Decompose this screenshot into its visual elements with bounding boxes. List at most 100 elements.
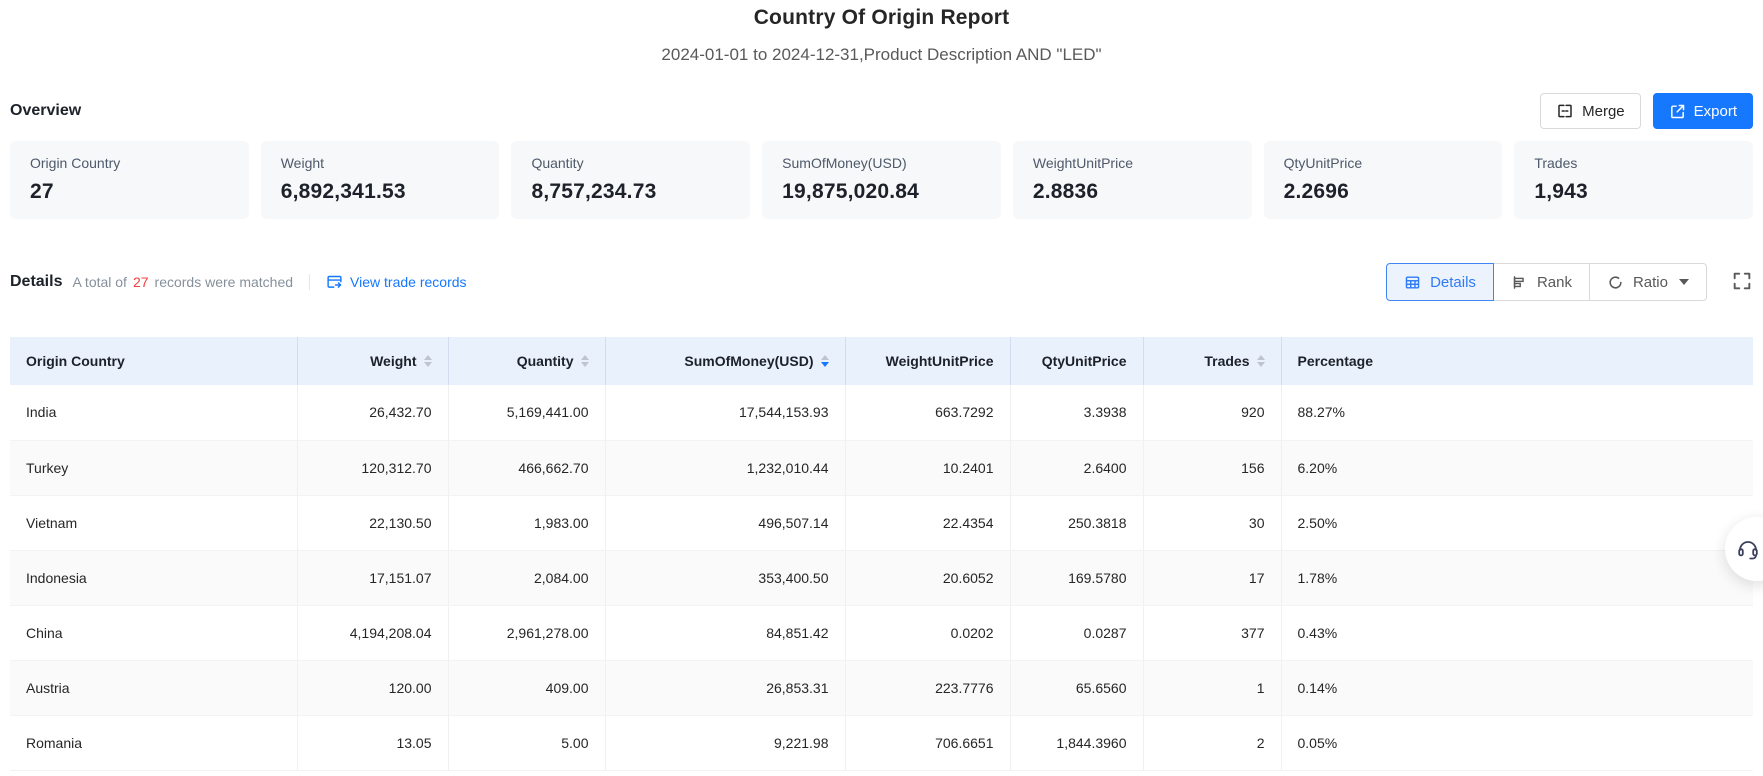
- cell-weight_unit_price: 663.7292: [845, 385, 1010, 440]
- stat-card-label: Trades: [1534, 155, 1733, 171]
- column-header-trades[interactable]: Trades: [1143, 337, 1281, 385]
- table-body: India26,432.705,169,441.0017,544,153.936…: [10, 385, 1753, 770]
- column-header-weight[interactable]: Weight: [297, 337, 448, 385]
- stat-card-label: QtyUnitPrice: [1284, 155, 1483, 171]
- cell-country: Vietnam: [10, 495, 297, 550]
- stat-card-value: 2.2696: [1284, 180, 1483, 204]
- cell-qty_unit_price: 65.6560: [1010, 660, 1143, 715]
- cell-trades: 920: [1143, 385, 1281, 440]
- tab-rank[interactable]: Rank: [1493, 263, 1590, 301]
- cell-country: Turkey: [10, 440, 297, 495]
- fullscreen-expand-icon: [1731, 270, 1753, 295]
- cell-percentage: 88.27%: [1281, 385, 1753, 440]
- cell-weight: 26,432.70: [297, 385, 448, 440]
- overview-heading: Overview: [10, 102, 81, 120]
- cell-country: Indonesia: [10, 550, 297, 605]
- tab-label: Details: [1430, 274, 1476, 291]
- column-label: QtyUnitPrice: [1042, 353, 1127, 369]
- cell-quantity: 409.00: [448, 660, 605, 715]
- cell-qty_unit_price: 1,844.3960: [1010, 715, 1143, 770]
- stat-card-value: 19,875,020.84: [782, 180, 981, 204]
- column-label: Weight: [370, 353, 416, 369]
- cell-weight: 17,151.07: [297, 550, 448, 605]
- tab-details[interactable]: Details: [1386, 263, 1494, 301]
- cell-trades: 377: [1143, 605, 1281, 660]
- export-button[interactable]: Export: [1653, 93, 1753, 129]
- fullscreen-button[interactable]: [1731, 270, 1753, 295]
- column-header-quantity[interactable]: Quantity: [448, 337, 605, 385]
- cell-percentage: 0.43%: [1281, 605, 1753, 660]
- cell-qty_unit_price: 2.6400: [1010, 440, 1143, 495]
- table-icon: [1404, 274, 1421, 291]
- cell-weight_unit_price: 20.6052: [845, 550, 1010, 605]
- tab-label: Ratio: [1633, 274, 1668, 291]
- column-header-percentage: Percentage: [1281, 337, 1753, 385]
- records-summary: A total of 27 records were matched: [72, 274, 293, 290]
- cell-sum_usd: 353,400.50: [605, 550, 845, 605]
- merge-button-label: Merge: [1582, 103, 1625, 120]
- cell-quantity: 5,169,441.00: [448, 385, 605, 440]
- table-row: Romania13.055.009,221.98706.66511,844.39…: [10, 715, 1753, 770]
- cell-sum_usd: 84,851.42: [605, 605, 845, 660]
- stat-card-value: 8,757,234.73: [531, 180, 730, 204]
- cell-trades: 156: [1143, 440, 1281, 495]
- cell-sum_usd: 1,232,010.44: [605, 440, 845, 495]
- cell-qty_unit_price: 250.3818: [1010, 495, 1143, 550]
- cell-quantity: 2,084.00: [448, 550, 605, 605]
- view-trade-records-label: View trade records: [350, 274, 466, 290]
- rank-icon: [1511, 274, 1528, 291]
- cell-weight: 13.05: [297, 715, 448, 770]
- cell-weight: 4,194,208.04: [297, 605, 448, 660]
- cell-quantity: 1,983.00: [448, 495, 605, 550]
- cell-percentage: 6.20%: [1281, 440, 1753, 495]
- view-mode-tab-group: Details Rank Ratio: [1386, 263, 1707, 301]
- stat-card-value: 27: [30, 180, 229, 204]
- table-row: Indonesia17,151.072,084.00353,400.5020.6…: [10, 550, 1753, 605]
- cell-sum_usd: 17,544,153.93: [605, 385, 845, 440]
- vertical-divider: [309, 274, 310, 290]
- export-button-label: Export: [1694, 103, 1737, 120]
- cell-qty_unit_price: 3.3938: [1010, 385, 1143, 440]
- cell-percentage: 0.05%: [1281, 715, 1753, 770]
- merge-button[interactable]: Merge: [1540, 93, 1641, 129]
- stat-card: SumOfMoney(USD)19,875,020.84: [762, 141, 1001, 219]
- details-table: Origin CountryWeightQuantitySumOfMoney(U…: [10, 337, 1753, 771]
- cell-sum_usd: 26,853.31: [605, 660, 845, 715]
- summary-suffix: records were matched: [155, 274, 294, 290]
- cell-sum_usd: 496,507.14: [605, 495, 845, 550]
- details-table-wrap: Origin CountryWeightQuantitySumOfMoney(U…: [0, 337, 1763, 771]
- sort-carets-icon: [1257, 355, 1265, 368]
- page-title: Country Of Origin Report: [0, 6, 1763, 30]
- column-label: Quantity: [517, 353, 574, 369]
- cell-trades: 2: [1143, 715, 1281, 770]
- stat-card-value: 6,892,341.53: [281, 180, 480, 204]
- table-row: Vietnam22,130.501,983.00496,507.1422.435…: [10, 495, 1753, 550]
- cell-trades: 30: [1143, 495, 1281, 550]
- toolbar-actions: Merge Export: [1540, 93, 1753, 129]
- cell-weight_unit_price: 22.4354: [845, 495, 1010, 550]
- tab-ratio[interactable]: Ratio: [1589, 263, 1707, 301]
- stat-card: Weight6,892,341.53: [261, 141, 500, 219]
- cell-qty_unit_price: 169.5780: [1010, 550, 1143, 605]
- table-row: Turkey120,312.70466,662.701,232,010.4410…: [10, 440, 1753, 495]
- cell-weight_unit_price: 10.2401: [845, 440, 1010, 495]
- cell-weight_unit_price: 706.6651: [845, 715, 1010, 770]
- tab-label: Rank: [1537, 274, 1572, 291]
- overview-cards: Origin Country27Weight6,892,341.53Quanti…: [0, 141, 1763, 219]
- headset-icon: [1736, 537, 1760, 561]
- cell-weight: 120.00: [297, 660, 448, 715]
- cell-quantity: 466,662.70: [448, 440, 605, 495]
- table-row: Austria120.00409.0026,853.31223.777665.6…: [10, 660, 1753, 715]
- column-header-weight_unit_price: WeightUnitPrice: [845, 337, 1010, 385]
- stat-card: WeightUnitPrice2.8836: [1013, 141, 1252, 219]
- details-bar-right: Details Rank Ratio: [1386, 263, 1753, 301]
- column-header-sum_usd[interactable]: SumOfMoney(USD): [605, 337, 845, 385]
- cell-country: Austria: [10, 660, 297, 715]
- view-trade-records-link[interactable]: View trade records: [326, 274, 466, 291]
- sort-carets-icon: [821, 355, 829, 368]
- stat-card: Origin Country27: [10, 141, 249, 219]
- cell-country: India: [10, 385, 297, 440]
- cell-country: China: [10, 605, 297, 660]
- merge-cells-icon: [1556, 102, 1574, 120]
- cell-percentage: 1.78%: [1281, 550, 1753, 605]
